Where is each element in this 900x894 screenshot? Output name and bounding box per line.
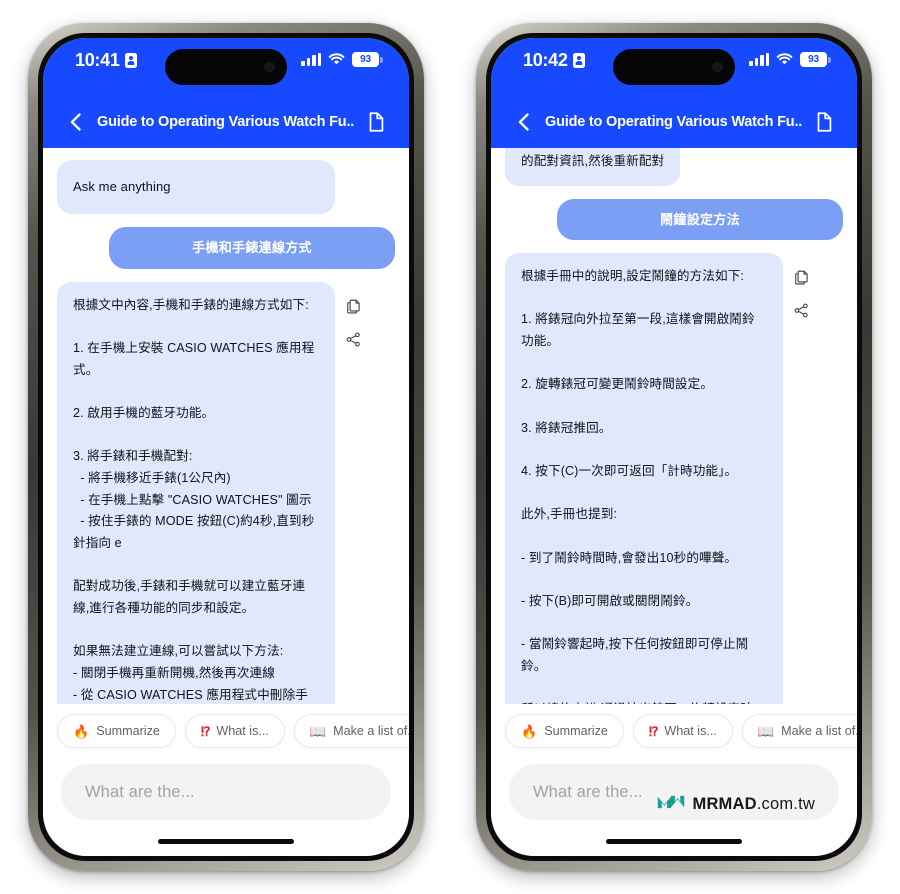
mrmad-logo-icon <box>656 793 686 816</box>
nav-bar: Guide to Operating Various Watch Fu... <box>43 96 409 148</box>
message-actions <box>793 253 810 319</box>
user-message-bubble: 鬧鐘設定方法 <box>557 198 843 241</box>
page-title: Guide to Operating Various Watch Fu... <box>545 114 803 130</box>
battery-indicator: 93 <box>352 52 383 67</box>
composer: What are the... <box>43 756 409 820</box>
suggestion-chips: 🔥 Summarize ⁉ What is... 📖 Make a list o… <box>43 704 409 756</box>
share-icon[interactable] <box>345 331 362 348</box>
screenshot-stage: 10:41 93 Guide to Operating Various Watc… <box>0 0 900 894</box>
id-badge-icon <box>572 53 585 68</box>
cellular-signal-icon <box>301 53 321 66</box>
cellular-signal-icon <box>749 53 769 66</box>
assistant-answer-bubble: 根據文中內容,手機和手錶的連線方式如下: 1. 在手機上安裝 CASIO WAT… <box>57 281 335 704</box>
home-indicator[interactable] <box>606 838 742 844</box>
chip-make-a-list[interactable]: 📖 Make a list of... <box>293 714 409 748</box>
book-icon: 📖 <box>757 723 775 739</box>
wifi-icon <box>776 53 793 66</box>
fire-icon: 🔥 <box>521 723 538 739</box>
status-time: 10:41 <box>75 50 120 70</box>
message-input[interactable]: What are the... <box>61 764 391 820</box>
phone-right: 10:42 93 Guide to Operating Various Watc… <box>476 23 872 871</box>
exclamation-question-icon: ⁉ <box>200 723 210 739</box>
chip-label: What is... <box>216 724 269 738</box>
wifi-icon <box>328 53 345 66</box>
assistant-message-row: 根據文中內容,手機和手錶的連線方式如下: 1. 在手機上安裝 CASIO WAT… <box>57 281 395 704</box>
assistant-answer-bubble: 根據手冊中的說明,設定鬧鐘的方法如下: 1. 將錶冠向外拉至第一段,這樣會開啟鬧… <box>505 253 783 704</box>
watermark: MRMAD.com.tw <box>656 793 816 816</box>
assistant-message-row: 根據手冊中的說明,設定鬧鐘的方法如下: 1. 將錶冠向外拉至第一段,這樣會開啟鬧… <box>505 253 843 704</box>
phone-left-screen: 10:41 93 Guide to Operating Various Watc… <box>43 38 409 856</box>
document-icon[interactable] <box>363 109 389 135</box>
document-icon[interactable] <box>811 109 837 135</box>
chip-what-is[interactable]: ⁉ What is... <box>184 714 285 748</box>
status-left: 10:41 <box>69 50 137 71</box>
status-time: 10:42 <box>523 50 568 70</box>
chip-label: Make a list of... <box>781 724 857 738</box>
exclamation-question-icon: ⁉ <box>648 723 658 739</box>
chip-summarize[interactable]: 🔥 Summarize <box>505 714 624 748</box>
status-right: 93 <box>749 50 831 67</box>
home-indicator-area <box>491 820 857 856</box>
nav-bar: Guide to Operating Various Watch Fu... <box>491 96 857 148</box>
chip-label: Summarize <box>544 724 608 738</box>
battery-indicator: 93 <box>800 52 831 67</box>
suggestion-chips: 🔥 Summarize ⁉ What is... 📖 Make a list o… <box>491 704 857 756</box>
share-icon[interactable] <box>793 302 810 319</box>
phone-left-bezel: 10:41 93 Guide to Operating Various Watc… <box>38 33 414 861</box>
copy-icon[interactable] <box>793 269 810 286</box>
book-icon: 📖 <box>309 723 327 739</box>
chat-scroll-area[interactable]: Ask me anything 手機和手錶連線方式 根據文中內容,手機和手錶的連… <box>43 148 409 704</box>
user-message-bubble: 手機和手錶連線方式 <box>109 227 395 269</box>
home-indicator-area <box>43 820 409 856</box>
chevron-left-icon[interactable] <box>63 109 89 135</box>
assistant-previous-bubble-clipped: 的配對資訊,然後重新配對 <box>505 148 681 186</box>
home-indicator[interactable] <box>158 838 294 844</box>
chip-label: What is... <box>664 724 717 738</box>
id-badge-icon <box>124 53 137 68</box>
chip-label: Summarize <box>96 724 160 738</box>
phone-right-screen: 10:42 93 Guide to Operating Various Watc… <box>491 38 857 856</box>
watermark-brand: MRMAD <box>692 795 757 813</box>
chip-make-a-list[interactable]: 📖 Make a list of... <box>741 714 857 748</box>
status-bar: 10:42 93 <box>491 38 857 96</box>
assistant-greeting-bubble: Ask me anything <box>57 160 335 215</box>
chat-scroll-area[interactable]: 的配對資訊,然後重新配對 鬧鐘設定方法 根據手冊中的說明,設定鬧鐘的方法如下: … <box>491 148 857 704</box>
chevron-left-icon[interactable] <box>511 109 537 135</box>
phone-right-bezel: 10:42 93 Guide to Operating Various Watc… <box>486 33 862 861</box>
chip-label: Make a list of... <box>333 724 409 738</box>
phone-left: 10:41 93 Guide to Operating Various Watc… <box>28 23 424 871</box>
dynamic-island <box>613 49 735 85</box>
watermark-text: MRMAD.com.tw <box>693 795 816 814</box>
fire-icon: 🔥 <box>73 723 90 739</box>
message-actions <box>345 282 362 348</box>
chip-what-is[interactable]: ⁉ What is... <box>632 714 733 748</box>
copy-icon[interactable] <box>345 298 362 315</box>
chip-summarize[interactable]: 🔥 Summarize <box>57 714 176 748</box>
dynamic-island <box>165 49 287 85</box>
status-left: 10:42 <box>517 50 585 71</box>
watermark-domain: .com.tw <box>756 795 815 813</box>
page-title: Guide to Operating Various Watch Fu... <box>97 114 355 130</box>
status-right: 93 <box>301 50 383 67</box>
status-bar: 10:41 93 <box>43 38 409 96</box>
